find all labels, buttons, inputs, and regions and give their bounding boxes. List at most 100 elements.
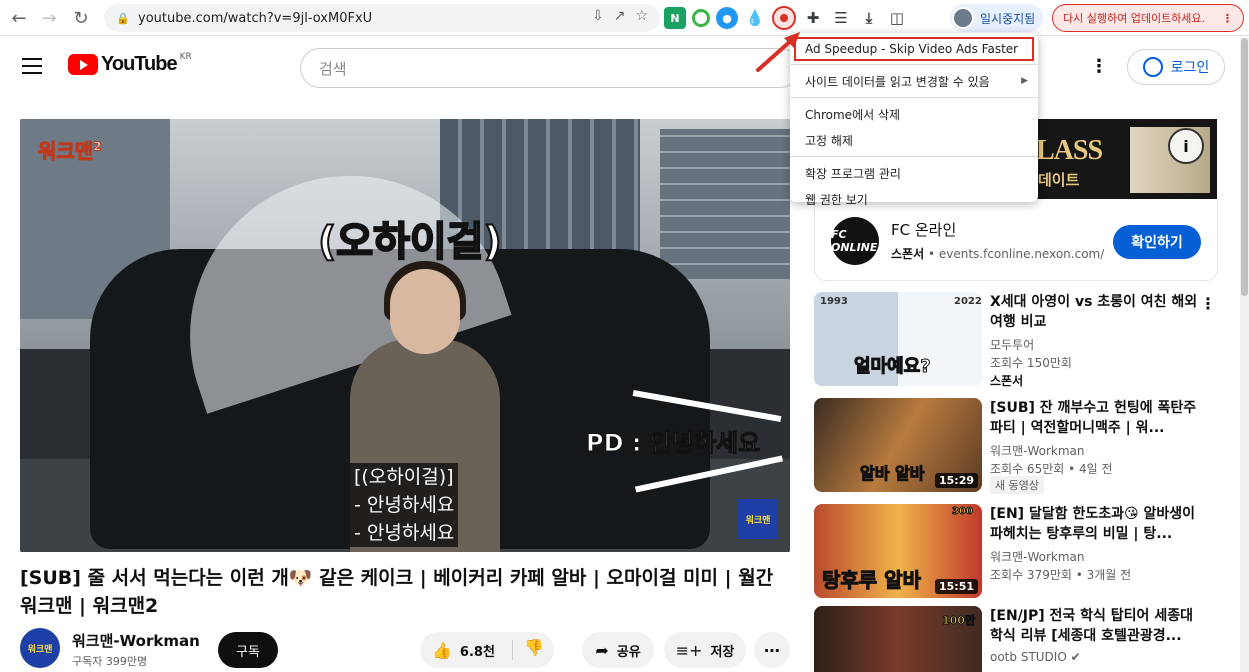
video-channel-logo: 워크맨2 [37,139,102,164]
ad-speedup-extension-icon[interactable] [772,6,796,30]
guide-menu-icon[interactable] [22,58,42,74]
recommendation-menu-icon[interactable]: ⋮ [1200,294,1216,313]
recommendation-thumbnail[interactable]: 300 탕후루 알바 15:51 [814,504,982,598]
recommendation-thumbnail[interactable]: 1993 2022 얼마예요? [814,292,982,386]
profile-avatar [952,7,974,29]
youtube-logo[interactable]: YouTube KR [68,52,192,76]
ad-cta-button[interactable]: 확인하기 [1113,225,1201,259]
menu-item-manage-extensions[interactable]: 확장 프로그램 관리 [790,160,1038,186]
drop-extension-icon[interactable]: 💧 [744,7,766,29]
green-circle-extension-icon[interactable] [692,9,710,27]
thumbs-down-icon[interactable]: 👎 [524,638,544,657]
playlist-add-icon: ≡+ [675,640,703,660]
recommendation-item[interactable]: 알바 알바 15:29 [SUB] 잔 깨부수고 헌팅에 폭탄주 파티 | 역전… [814,398,1234,494]
recommendation-channel: 모두투어 [990,338,1035,352]
menu-item-view-web-permissions[interactable]: 웹 권한 보기 [790,186,1038,212]
login-button[interactable]: 로그인 [1127,49,1225,85]
scrollbar-thumb[interactable] [1241,38,1248,296]
channel-name[interactable]: 워크맨-Workman [72,630,200,651]
logo-wordmark: YouTube [101,53,178,75]
share-page-icon[interactable]: ↗ [614,8,626,24]
recommendation-views: 조회수 150만회 [990,356,1072,370]
url-text: youtube.com/watch?v=9jl-oxM0FxU [138,10,373,26]
recommendation-item[interactable]: 300 탕후루 알바 15:51 [EN] 달달함 한도초과😘 알바생이 파헤치… [814,504,1234,600]
recommendation-item[interactable]: 1993 2022 얼마예요? X세대 아영이 vs 초롱이 여친 해외여행 비… [814,292,1234,388]
recommendation-thumbnail[interactable]: 100만 [814,606,982,672]
recommendation-channel: 워크맨-Workman [990,550,1085,564]
extensions-row: N ● 💧 ✚ ☰ ⤓ ◫ [664,4,908,32]
share-button[interactable]: ➦ 공유 [582,632,654,668]
youtube-play-icon [68,54,98,75]
subtitle-line: - 안녕하세요 [350,519,459,547]
page-scrollbar[interactable] [1240,38,1249,672]
menu-item-site-access[interactable]: 사이트 데이터를 읽고 변경할 수 있음 ▶ [790,68,1038,94]
download-icon[interactable]: ⤓ [858,7,880,29]
menu-divider [790,156,1038,157]
update-button[interactable]: 다시 실행하여 업데이트하세요. ⋮ [1052,4,1244,32]
address-bar[interactable]: 🔒 youtube.com/watch?v=9jl-oxM0FxU ⇩ ↗ ☆ [104,4,660,32]
sponsored-tag: 스폰서 [990,374,1024,388]
video-duration: 15:29 [934,473,978,488]
menu-item-remove-from-chrome[interactable]: Chrome에서 삭제 [790,101,1038,127]
search-input[interactable]: 검색 [300,48,800,88]
share-label: 공유 [616,644,641,660]
browser-menu-icon: ⋮ [1222,11,1233,25]
recommendation-title: X세대 아영이 vs 초롱이 여친 해외여행 비교 [990,294,1198,330]
chat-extension-icon[interactable]: ● [716,7,738,29]
channel-avatar[interactable]: 워크맨 [20,628,60,668]
media-playlist-icon[interactable]: ☰ [830,7,852,29]
recommendation-title: [EN] 달달함 한도초과😘 알바생이 파헤치는 탕후루의 비밀 | 탕... [990,506,1195,542]
new-video-badge: 새 동영상 [990,476,1044,494]
ad-banner-subtext: 데이트 [1038,171,1080,189]
ad-info-icon[interactable]: i [1168,128,1204,164]
user-icon [1142,57,1163,77]
video-title: [SUB] 줄 서서 먹는다는 이런 개🐶 같은 케이크 | 베이커리 카페 알… [20,567,774,617]
bookmark-star-icon[interactable]: ☆ [635,8,648,24]
menu-divider [790,97,1038,98]
video-player[interactable]: 워크맨2 (오하이걸) PD : 안녕하세요 [(오하이걸)] - 안녕하세요 … [20,119,790,552]
subscriber-count: 구독자 399만명 [72,655,148,668]
submenu-arrow-icon: ▶ [1021,76,1028,86]
forward-icon[interactable]: → [34,3,64,33]
save-button[interactable]: ≡+ 저장 [664,632,746,668]
search-placeholder: 검색 [319,59,347,78]
reload-icon[interactable]: ↻ [66,3,96,33]
recommendation-thumbnail[interactable]: 알바 알바 15:29 [814,398,982,492]
side-panel-icon[interactable]: ◫ [886,7,908,29]
thumbs-up-icon: 👍 [432,640,452,660]
save-label: 저장 [710,644,735,660]
lock-icon: 🔒 [116,12,130,25]
extension-context-menu: Ad Speedup - Skip Video Ads Faster 사이트 데… [790,33,1038,207]
back-icon[interactable]: ← [4,3,34,33]
profile-chip[interactable]: 일시중지됨 [950,4,1044,32]
ad-banner-text: LASS [1036,135,1103,166]
recommendation-item[interactable]: 100만 [EN/JP] 전국 학식 탑티어 세종대 학식 리뷰 [세종대 호텔… [814,606,1234,672]
video-caption-pd: PD : 안녕하세요 [585,429,761,458]
subtitle-line: [(오하이걸)] [350,463,458,491]
ad-title: FC 온라인 [891,221,957,239]
subtitle-line: - 안녕하세요 [350,491,459,519]
recommendation-views: 조회수 65만회 • 4일 전 [990,462,1113,476]
browser-toolbar: ← → ↻ 🔒 youtube.com/watch?v=9jl-oxM0FxU … [0,0,1249,36]
recommendation-channel: ootb STUDIO ✔ [990,650,1081,664]
share-arrow-icon: ➦ [595,640,609,660]
recommendation-title: [EN/JP] 전국 학식 탑티어 세종대 학식 리뷰 [세종대 호텔관광경..… [990,608,1193,644]
menu-item-unpin[interactable]: 고정 해제 [790,127,1038,153]
extensions-puzzle-icon[interactable]: ✚ [802,7,824,29]
like-button[interactable]: 👍 6.8천 👎 [420,632,554,668]
install-icon[interactable]: ⇩ [592,8,604,24]
profile-status: 일시중지됨 [980,11,1036,26]
settings-more-icon[interactable]: ⋮ [1090,56,1108,78]
more-actions-icon[interactable]: ⋯ [754,632,790,668]
menu-divider [790,64,1038,65]
video-watermark[interactable]: 워크맨 [738,499,778,539]
naver-extension-icon[interactable]: N [664,7,686,29]
youtube-header: YouTube KR 검색 ⋮ 로그인 [0,38,1240,96]
subscribe-button[interactable]: 구독 [218,632,278,668]
login-label: 로그인 [1170,60,1210,76]
video-duration: 15:51 [934,579,978,594]
recommendation-views: 조회수 379만회 • 3개월 전 [990,568,1132,582]
ad-advertiser-logo: FC ONLINE [831,217,879,265]
menu-item-extension-name[interactable]: Ad Speedup - Skip Video Ads Faster [794,37,1034,61]
recommendation-title: [SUB] 잔 깨부수고 헌팅에 폭탄주 파티 | 역전할머니맥주 | 워... [990,400,1197,436]
